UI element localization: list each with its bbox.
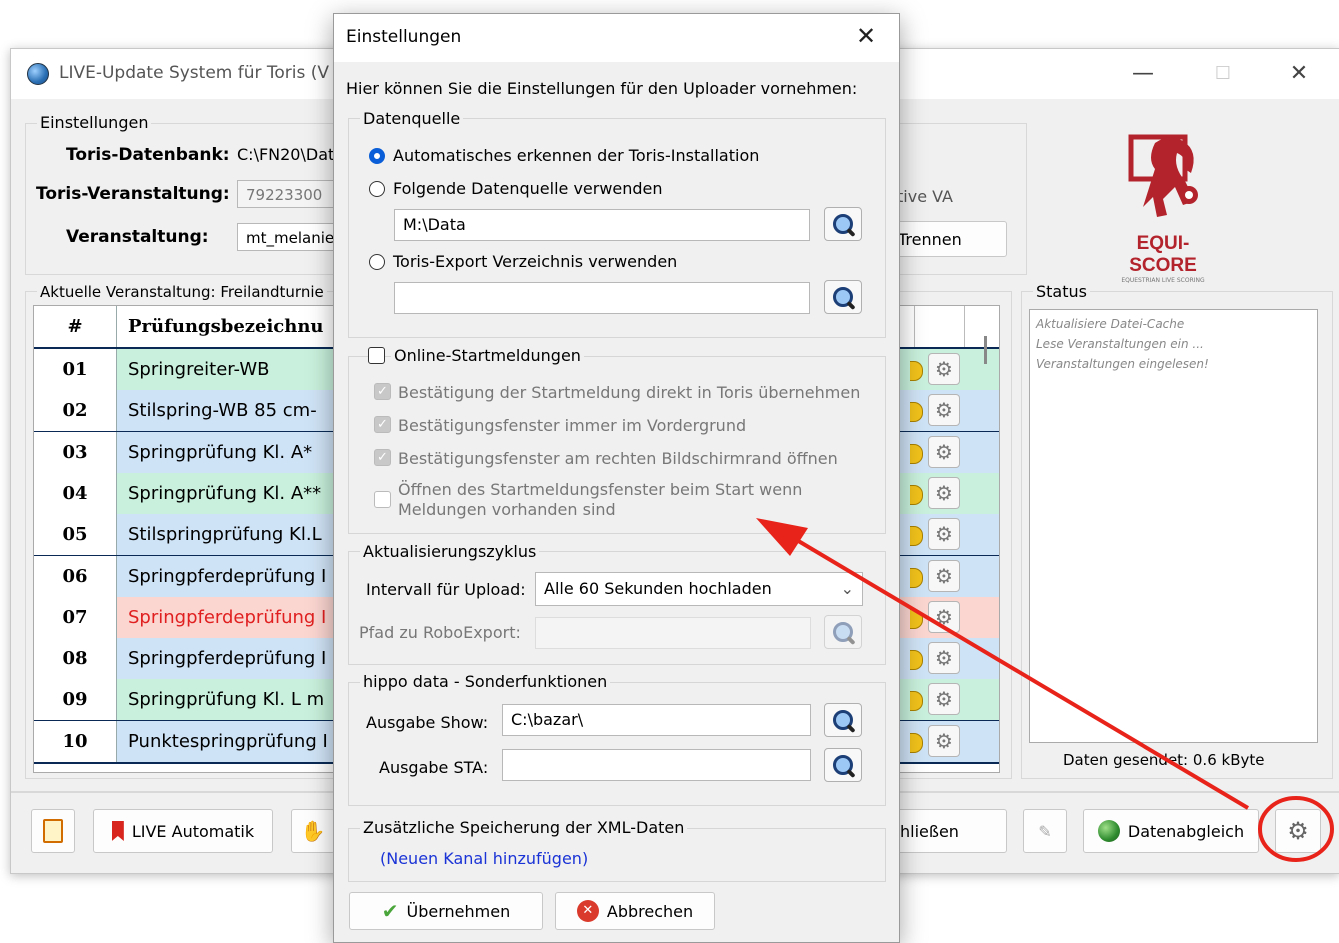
annotation-arrowhead [756, 518, 808, 556]
annotation-overlay [756, 518, 1334, 862]
annotation-arrow-line [788, 534, 1250, 810]
annotation-circle [1258, 796, 1334, 862]
